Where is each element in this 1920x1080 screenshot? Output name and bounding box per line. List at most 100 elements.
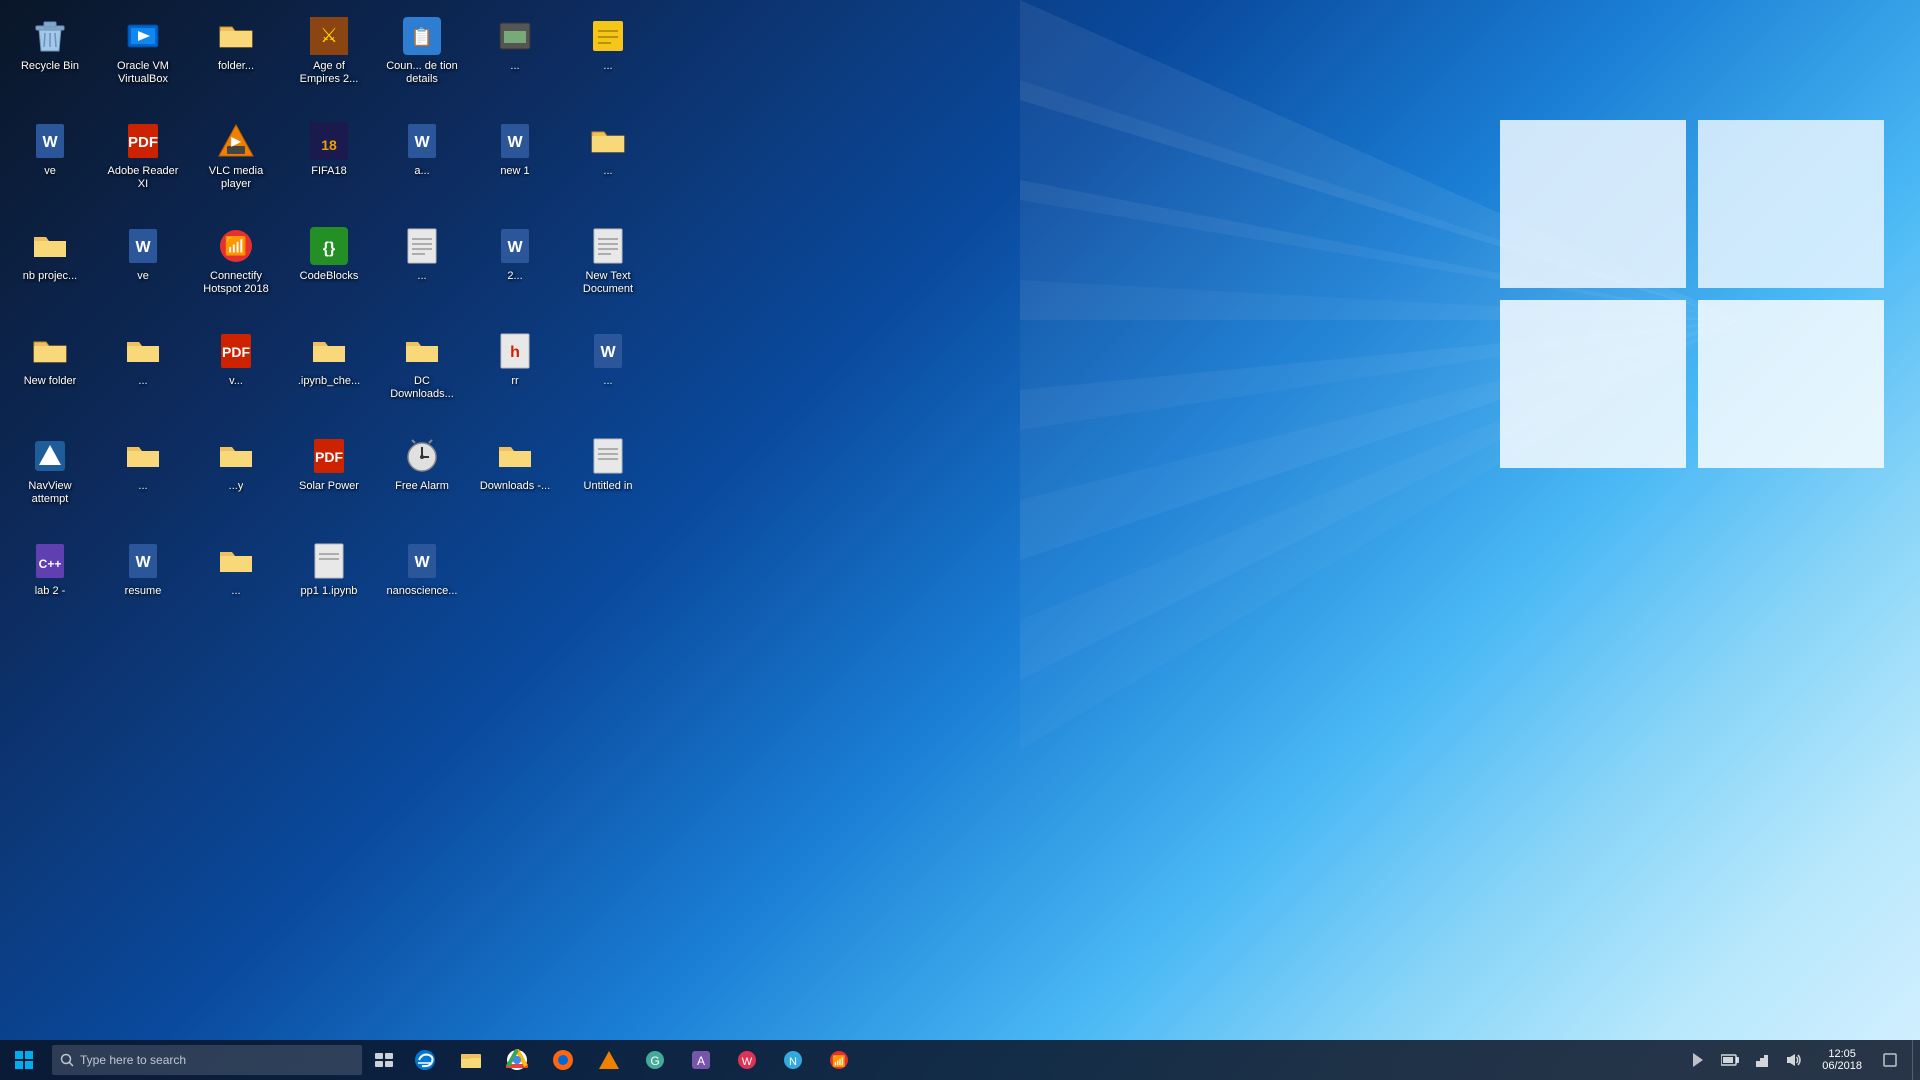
icon-new-text-document[interactable]: New Text Document xyxy=(568,220,648,320)
word3-icon: W xyxy=(588,331,628,371)
icon-rr[interactable]: h rr xyxy=(475,325,555,425)
taskbar-app-firefox[interactable] xyxy=(540,1040,586,1080)
icon-fifa18[interactable]: 18 FIFA18 xyxy=(289,115,369,215)
icon-app5[interactable]: ... xyxy=(475,10,555,110)
codeblocks-label: CodeBlocks xyxy=(300,270,359,283)
recycle-bin-label: Recycle Bin xyxy=(21,60,79,73)
icon-cpp1[interactable]: C++ lab 2 - xyxy=(10,535,90,604)
icon-pp1[interactable]: pp1 1.ipynb xyxy=(289,535,369,604)
icon-downloads[interactable]: Downloads -... xyxy=(475,430,555,530)
icon-countdown[interactable]: 📋 Coun... de tion details xyxy=(382,10,462,110)
svg-text:📋: 📋 xyxy=(411,26,433,47)
volume-icon[interactable] xyxy=(1780,1040,1808,1080)
folder4-icon xyxy=(123,436,163,476)
icon-folder3[interactable]: ... xyxy=(103,325,183,425)
connectify-icon: 📶 xyxy=(216,226,256,266)
cpp1-icon: C++ xyxy=(30,541,70,581)
icon-text2[interactable]: ... xyxy=(382,220,462,320)
system-clock[interactable]: 12:05 06/2018 xyxy=(1812,1040,1872,1080)
folder2-icon xyxy=(588,121,628,161)
icon-folder1[interactable]: folder... xyxy=(196,10,276,110)
taskbar-app-chrome[interactable] xyxy=(494,1040,540,1080)
icon-codeblocks[interactable]: {} CodeBlocks xyxy=(289,220,369,320)
battery-icon[interactable] xyxy=(1716,1040,1744,1080)
icon-word3[interactable]: W ... xyxy=(568,325,648,425)
desktop-icons-area: Recycle Bin Oracle VM VirtualBox folder.… xyxy=(0,0,650,880)
search-bar[interactable]: Type here to search xyxy=(52,1045,362,1075)
pdf2-label: v... xyxy=(229,375,243,388)
new-text-document-icon xyxy=(588,226,628,266)
icon-word2[interactable]: W 2... xyxy=(475,220,555,320)
svg-text:W: W xyxy=(42,134,58,151)
icon-ve2[interactable]: W ve xyxy=(103,220,183,320)
taskbar-app-explorer[interactable] xyxy=(448,1040,494,1080)
taskbar-app-edge[interactable] xyxy=(402,1040,448,1080)
taskbar: Type here to search xyxy=(0,1040,1920,1080)
ve2-icon: W xyxy=(123,226,163,266)
icon-age-of-empires[interactable]: ⚔ Age of Empires 2... xyxy=(289,10,369,110)
svg-text:18: 18 xyxy=(321,137,337,153)
taskbar-app-wifi[interactable]: 📶 xyxy=(816,1040,862,1080)
folder5-icon xyxy=(216,436,256,476)
icon-free-alarm[interactable]: Free Alarm xyxy=(382,430,462,530)
nbproject-label: nb projec... xyxy=(23,270,77,283)
clock-time: 12:05 xyxy=(1828,1048,1856,1060)
stickynotes-icon xyxy=(588,16,628,56)
icon-dc-downloads[interactable]: DC Downloads... xyxy=(382,325,462,425)
task-view-button[interactable] xyxy=(366,1040,402,1080)
network-icon[interactable] xyxy=(1748,1040,1776,1080)
icon-untitled-in[interactable]: Untitled in xyxy=(568,430,648,530)
svg-text:W: W xyxy=(600,344,616,361)
icon-new1[interactable]: W new 1 xyxy=(475,115,555,215)
svg-text:h: h xyxy=(510,344,520,361)
recycle-bin-icon xyxy=(30,16,70,56)
icon-ve1[interactable]: W ve xyxy=(10,115,90,215)
icon-new-folder[interactable]: New folder xyxy=(10,325,90,425)
cpp1-label: lab 2 - xyxy=(35,585,66,598)
ipynb-icon xyxy=(309,331,349,371)
icon-folder2[interactable]: ... xyxy=(568,115,648,215)
show-hidden-tray-icons[interactable] xyxy=(1684,1040,1712,1080)
icon-resume[interactable]: W resume xyxy=(103,535,183,604)
system-tray: 12:05 06/2018 xyxy=(1676,1040,1912,1080)
vlc-label: VLC media player xyxy=(200,165,272,191)
downloads-label: Downloads -... xyxy=(480,480,550,493)
icon-oracle-vm[interactable]: Oracle VM VirtualBox xyxy=(103,10,183,110)
taskbar-app-vlc[interactable] xyxy=(586,1040,632,1080)
icon-solar-power[interactable]: PDF Solar Power xyxy=(289,430,369,530)
desktop-wallpaper xyxy=(1020,0,1920,750)
start-button[interactable] xyxy=(0,1040,48,1080)
icon-folder4[interactable]: ... xyxy=(103,430,183,530)
navview-label: NavView attempt xyxy=(14,480,86,506)
folder3-icon xyxy=(123,331,163,371)
icon-pdf2[interactable]: PDF v... xyxy=(196,325,276,425)
icon-word1[interactable]: W a... xyxy=(382,115,462,215)
svg-text:W: W xyxy=(135,239,151,256)
notification-icon[interactable] xyxy=(1876,1040,1904,1080)
taskbar-app-generic3[interactable]: W xyxy=(724,1040,770,1080)
icon-vlc[interactable]: ▶ VLC media player xyxy=(196,115,276,215)
solar-power-icon: PDF xyxy=(309,436,349,476)
icon-navview[interactable]: NavView attempt xyxy=(10,430,90,530)
icon-adobe-reader[interactable]: PDF Adobe Reader XI xyxy=(103,115,183,215)
taskbar-app-generic2[interactable]: A xyxy=(678,1040,724,1080)
icon-nbproject[interactable]: nb projec... xyxy=(10,220,90,320)
app5-label: ... xyxy=(510,60,519,73)
folder5-label: ...y xyxy=(229,480,244,493)
new1-icon: W xyxy=(495,121,535,161)
icon-folder6[interactable]: ... xyxy=(196,535,276,604)
taskbar-apps: G A W N 📶 xyxy=(402,1040,1676,1080)
taskbar-app-generic4[interactable]: N xyxy=(770,1040,816,1080)
icon-recycle-bin[interactable]: Recycle Bin xyxy=(10,10,90,110)
stickynotes-label: ... xyxy=(603,60,612,73)
icon-connectify[interactable]: 📶 Connectify Hotspot 2018 xyxy=(196,220,276,320)
svg-text:W: W xyxy=(414,554,430,571)
folder2-label: ... xyxy=(603,165,612,178)
taskbar-app-generic1[interactable]: G xyxy=(632,1040,678,1080)
icon-nanoscience[interactable]: W nanoscience... xyxy=(382,535,462,604)
search-icon xyxy=(60,1053,74,1067)
icon-folder5[interactable]: ...y xyxy=(196,430,276,530)
show-desktop-button[interactable] xyxy=(1912,1040,1920,1080)
icon-stickynotes[interactable]: ... xyxy=(568,10,648,110)
icon-ipynb[interactable]: .ipynb_che... xyxy=(289,325,369,425)
